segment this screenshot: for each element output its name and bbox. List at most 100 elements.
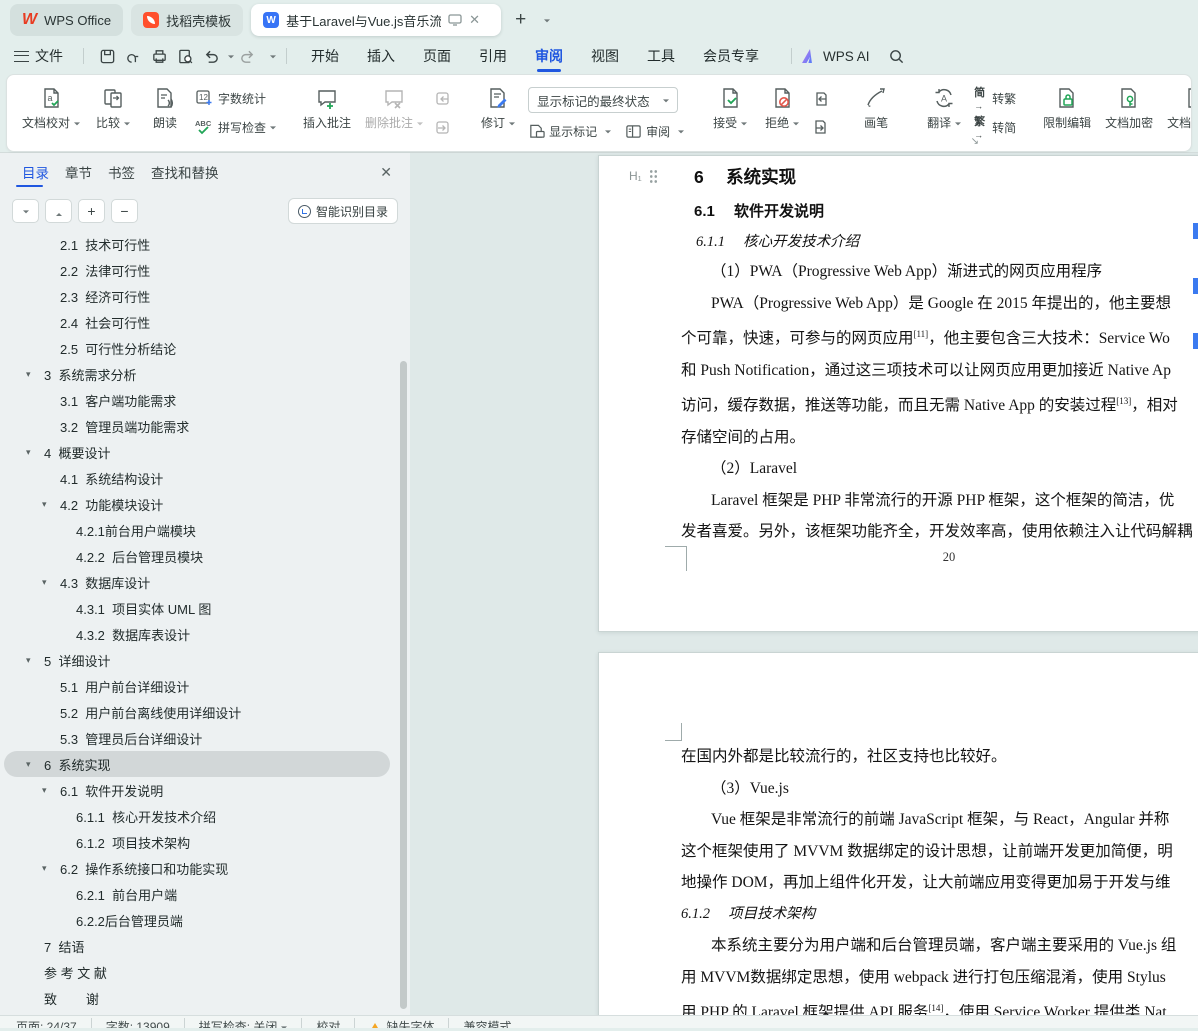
toc-expand-arrow-icon[interactable]: ▾ [42,863,47,874]
redo-button[interactable] [234,44,260,68]
export-pdf-button[interactable] [120,44,146,68]
read-aloud-button[interactable]: 朗读 [139,81,191,134]
previous-comment-icon[interactable] [432,89,454,109]
doc-proofing-button[interactable]: a 文档校对 [15,81,87,134]
toc-item[interactable]: ▾ 4.2.2 后台管理员模块 [4,543,390,569]
toc-item[interactable]: ▾ 5 详细设计 [4,647,390,673]
group-expand-icon[interactable]: ↘ [971,136,979,147]
toc-item[interactable]: ▾ 6.1.1 核心开发技术介绍 [4,803,390,829]
close-tab-icon[interactable]: ✕ [469,12,480,28]
track-changes-button[interactable]: 修订 [472,81,524,134]
proofing-status[interactable]: 校对 [316,1018,340,1028]
document-page-21[interactable]: 在国内外都是比较流行的，社区支持也比较好。 （3）Vue.js Vue 框架是非… [598,652,1198,1015]
toc-item[interactable]: ▾ 2.2 法律可行性 [4,257,390,283]
toc-item[interactable]: ▾ 3.1 客户端功能需求 [4,387,390,413]
ink-brush-button[interactable]: 画笔 [850,81,902,134]
toc-item[interactable]: ▾ 5.3 管理员后台详细设计 [4,725,390,751]
word-count-indicator[interactable]: 字数: 13909 [106,1018,170,1028]
reject-changes-button[interactable]: 拒绝 [756,81,808,134]
tab-docer-template[interactable]: 找稻壳模板 [131,4,244,36]
menu-item[interactable]: 页面 [409,40,465,72]
toc-item[interactable]: ▾ 7 结语 [4,933,390,959]
next-change-icon[interactable] [810,117,832,137]
tab-list-chevron-icon[interactable] [540,14,551,26]
toc-item[interactable]: ▾ 4.3.1 项目实体 UML 图 [4,595,390,621]
toc-item[interactable]: ▾ 2.1 技术可行性 [4,231,390,257]
to-simplified-button[interactable]: 繁→ 转简 [974,116,1016,140]
menu-item[interactable]: 审阅 [521,40,577,72]
zoom-out-outline-button[interactable]: − [111,199,138,223]
page-indicator[interactable]: 页面: 24/37 [16,1018,77,1028]
enter-mobile-view-icon[interactable] [448,14,462,26]
nav-pane-tab[interactable]: 查找和替换 [143,153,227,191]
spellcheck-status[interactable]: 拼写检查: 关闭 [199,1018,288,1028]
nav-pane-tab[interactable]: 章节 [57,153,100,191]
toc-expand-arrow-icon[interactable]: ▾ [42,499,47,510]
document-canvas[interactable]: H₁ 6 系统实现 6.1 软件开发说明 6.1.1 核心开发技术介绍 （1）P… [410,153,1198,1015]
toc-item[interactable]: ▾ 6.1.2 项目技术架构 [4,829,390,855]
finalize-document-button[interactable]: 文档定稿 [1160,81,1191,134]
zoom-in-outline-button[interactable]: + [78,199,105,223]
toc-item[interactable]: ▾ 2.3 经济可行性 [4,283,390,309]
toc-item[interactable]: ▾ 参 考 文 献 [4,959,390,985]
undo-button[interactable] [198,44,224,68]
to-traditional-button[interactable]: 简→ 转繁 [974,87,1016,111]
toc-item[interactable]: ▾ 3.2 管理员端功能需求 [4,413,390,439]
translate-button[interactable]: A 翻译 [918,81,970,134]
menu-item[interactable]: 会员专享 [689,40,773,72]
close-pane-icon[interactable]: ✕ [376,162,396,183]
review-pane-button[interactable]: 审阅 [625,120,685,142]
menu-item[interactable]: 开始 [297,40,353,72]
missing-font-warning[interactable]: 缺失字体 [369,1018,434,1028]
restrict-editing-button[interactable]: 限制编辑 [1036,81,1098,134]
print-preview-button[interactable] [172,44,198,68]
print-button[interactable] [146,44,172,68]
smart-toc-button[interactable]: 智能识别目录 [287,198,398,224]
collapse-all-button[interactable] [45,199,72,223]
toc-item[interactable]: ▾ 2.4 社会可行性 [4,309,390,335]
toc-item[interactable]: ▾ 5.2 用户前台离线使用详细设计 [4,699,390,725]
toc-item[interactable]: ▾ 4.2.1前台用户端模块 [4,517,390,543]
drag-handle-icon[interactable] [648,169,658,183]
toc-item[interactable]: ▾ 3 系统需求分析 [4,361,390,387]
nav-pane-tab[interactable]: 目录 [14,153,57,191]
menu-item[interactable]: 工具 [633,40,689,72]
menu-item[interactable]: 引用 [465,40,521,72]
save-button[interactable] [94,44,120,68]
quick-access-chevron-icon[interactable] [270,55,276,61]
toc-item[interactable]: ▾ 6.2.2后台管理员端 [4,907,390,933]
search-icon[interactable] [884,44,910,68]
new-tab-button[interactable]: + [509,9,532,31]
next-comment-icon[interactable] [432,117,454,137]
toc-item[interactable]: ▾ 6.2 操作系统接口和功能实现 [4,855,390,881]
tab-wps-office[interactable]: W WPS Office [10,4,124,36]
toc-expand-arrow-icon[interactable]: ▾ [42,785,47,796]
document-page-20[interactable]: H₁ 6 系统实现 6.1 软件开发说明 6.1.1 核心开发技术介绍 （1）P… [598,155,1198,632]
toc-expand-arrow-icon[interactable]: ▾ [42,577,47,588]
toc-item[interactable]: ▾ 4.1 系统结构设计 [4,465,390,491]
toc-item[interactable]: ▾ 6.1 软件开发说明 [4,777,390,803]
toc-item[interactable]: ▾ 5.1 用户前台详细设计 [4,673,390,699]
show-markup-button[interactable]: 显示标记 [528,120,612,142]
menu-item[interactable]: 视图 [577,40,633,72]
tab-current-document[interactable]: W 基于Laravel与Vue.js音乐流媒 ✕ [251,4,502,36]
file-menu[interactable]: 文件 [35,46,63,66]
accept-changes-button[interactable]: 接受 [704,81,756,134]
previous-change-icon[interactable] [810,89,832,109]
nav-pane-tab[interactable]: 书签 [100,153,143,191]
wps-ai-button[interactable]: WPS AI [823,49,870,64]
toc-item[interactable]: ▾ 6 系统实现 [4,751,390,777]
toc-item[interactable]: ▾ 4.3.2 数据库表设计 [4,621,390,647]
markup-state-select[interactable]: 显示标记的最终状态 [528,87,679,113]
toc-item[interactable]: ▾ 4 概要设计 [4,439,390,465]
toc-expand-arrow-icon[interactable]: ▾ [26,655,31,666]
toc-expand-arrow-icon[interactable]: ▾ [26,759,31,770]
toc-expand-arrow-icon[interactable]: ▾ [26,447,31,458]
toc-item[interactable]: ▾ 致 谢 [4,985,390,1011]
delete-comment-button[interactable]: 删除批注 [358,81,430,134]
toc-item[interactable]: ▾ 4.2 功能模块设计 [4,491,390,517]
expand-all-button[interactable] [12,199,39,223]
word-count-button[interactable]: 12 字数统计 [195,87,276,109]
toc-item[interactable]: ▾ 6.2.1 前台用户端 [4,881,390,907]
toc-expand-arrow-icon[interactable]: ▾ [26,369,31,380]
